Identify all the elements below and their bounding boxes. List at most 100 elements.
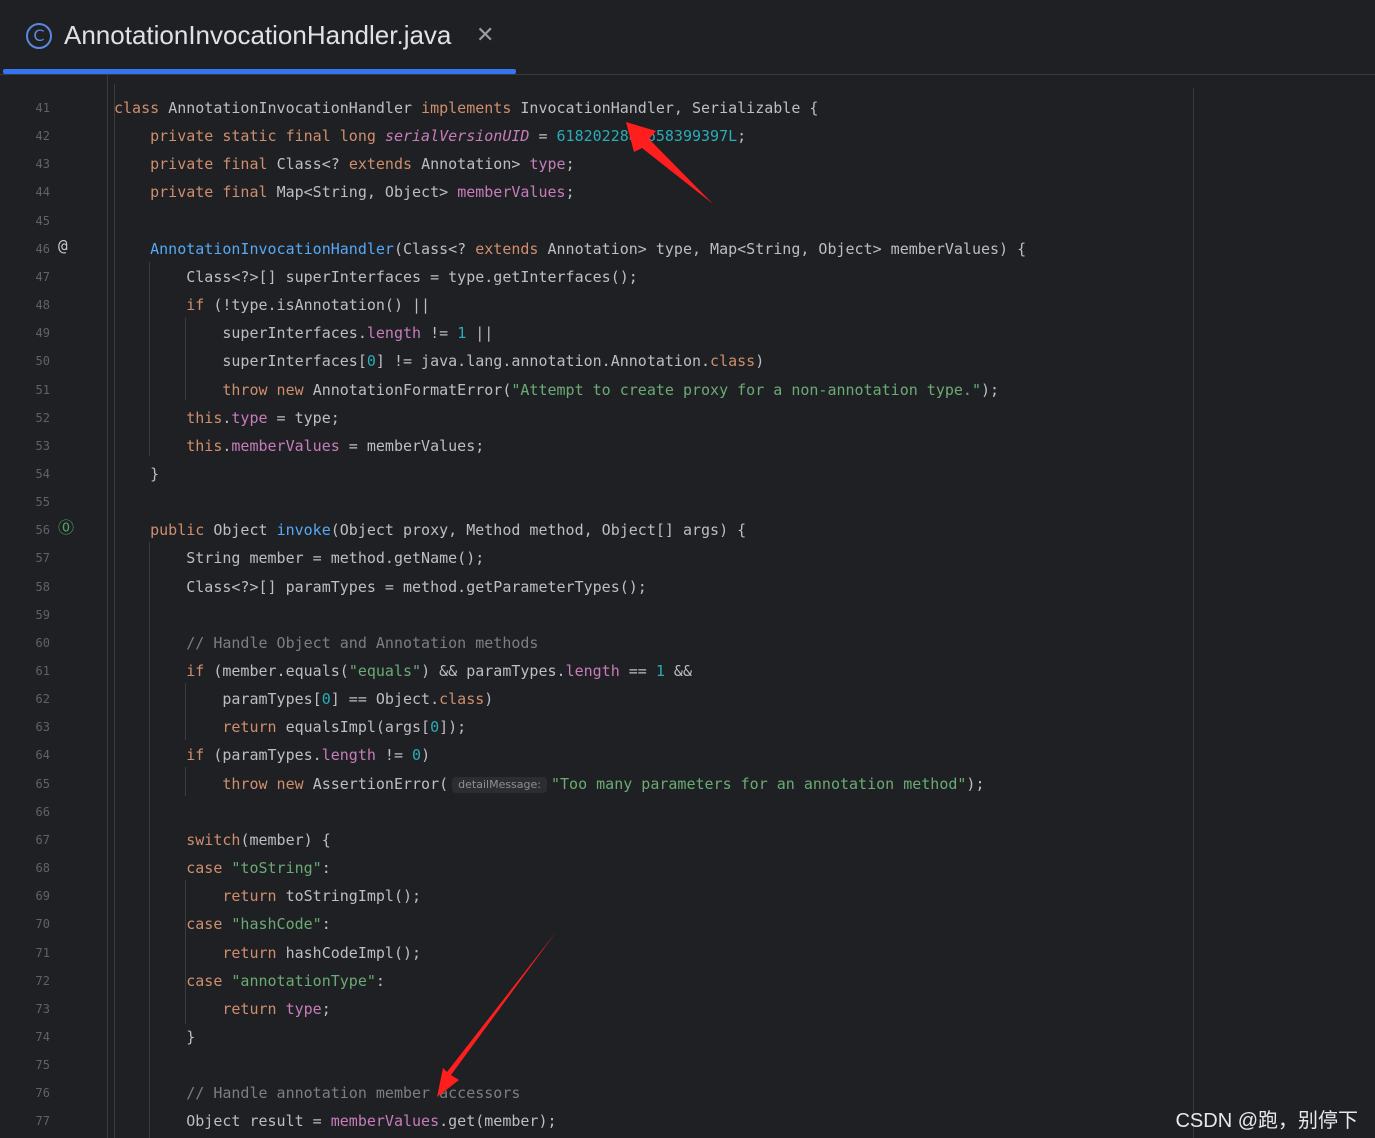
editor-tab-bar: C AnnotationInvocationHandler.java ✕ <box>0 0 1375 75</box>
code-token: private final <box>150 155 277 174</box>
code-token: superInterfaces[ <box>114 352 367 371</box>
code-line[interactable]: throw new AnnotationFormatError("Attempt… <box>114 380 999 400</box>
code-line[interactable]: return hashCodeImpl(); <box>114 943 421 963</box>
override-annotation-icon[interactable]: @ <box>58 236 68 256</box>
code-token: switch <box>186 830 241 849</box>
line-number: 52 <box>35 410 50 425</box>
code-token: != <box>375 746 413 765</box>
line-number: 54 <box>35 466 50 481</box>
code-token: paramTypes[ <box>114 690 322 709</box>
line-number: 65 <box>35 776 50 791</box>
indent-guide <box>185 767 186 796</box>
code-line[interactable]: } <box>114 1027 195 1047</box>
code-token: ; <box>737 127 747 146</box>
code-line[interactable]: public Object invoke(Object proxy, Metho… <box>114 520 746 540</box>
code-line[interactable]: this.memberValues = memberValues; <box>114 436 484 456</box>
code-line[interactable]: } <box>114 464 159 484</box>
code-line[interactable]: case "annotationType": <box>114 971 385 991</box>
code-line[interactable]: // Handle annotation member accessors <box>114 1083 520 1103</box>
code-line[interactable]: if (!type.isAnnotation() || <box>114 295 430 315</box>
code-token: != <box>421 324 458 343</box>
code-line[interactable]: throw new AssertionError(detailMessage: "… <box>114 774 984 794</box>
code-token: : <box>375 971 385 990</box>
line-number: 50 <box>35 354 50 369</box>
code-token: class <box>114 99 169 117</box>
indent-guide <box>185 318 186 400</box>
line-number: 62 <box>35 692 50 707</box>
code-token: Map<String, Object> <box>276 183 458 202</box>
code-token: memberValues <box>231 436 340 455</box>
code-line[interactable]: Object result = memberValues.get(member)… <box>114 1111 556 1131</box>
code-line[interactable]: // Handle Object and Annotation methods <box>114 633 538 653</box>
editor-tab[interactable]: C AnnotationInvocationHandler.java ✕ <box>0 0 516 74</box>
code-token: ) && paramTypes. <box>421 662 566 680</box>
tab-title[interactable]: AnnotationInvocationHandler.java <box>64 20 451 51</box>
code-token: return <box>222 718 286 737</box>
code-line[interactable]: if (member.equals("equals") && paramType… <box>114 661 692 681</box>
line-number: 67 <box>35 832 50 847</box>
code-token: invoke <box>276 521 331 540</box>
code-token: ) <box>484 690 494 709</box>
code-line[interactable]: case "hashCode": <box>114 914 331 934</box>
line-number: 71 <box>35 945 50 960</box>
code-line[interactable]: return toStringImpl(); <box>114 886 421 906</box>
code-token: memberValues <box>457 183 566 202</box>
code-line[interactable]: private final Map<String, Object> member… <box>114 182 574 202</box>
line-number: 45 <box>35 213 50 228</box>
code-line[interactable]: String member = method.getName(); <box>114 548 484 568</box>
code-token: : <box>321 859 331 878</box>
code-token: Annotation> type, Map<String, Object> me… <box>547 239 1027 258</box>
code-line[interactable]: return equalsImpl(args[0]); <box>114 717 466 737</box>
code-token: private final <box>150 183 277 202</box>
code-token: ; <box>565 155 575 174</box>
code-token: 0 <box>412 746 422 765</box>
code-line[interactable]: superInterfaces.length != 1 || <box>114 323 493 343</box>
code-line[interactable]: Class<?>[] paramTypes = method.getParame… <box>114 577 647 597</box>
code-line[interactable]: switch(member) { <box>114 830 331 850</box>
code-token: 0 <box>321 690 331 709</box>
code-token: type <box>231 408 268 427</box>
line-number: 49 <box>35 326 50 341</box>
line-number: 64 <box>35 748 50 763</box>
right-margin-guide <box>1193 88 1194 1138</box>
code-token: AnnotationInvocationHandler <box>150 239 394 258</box>
code-line[interactable]: private static final long serialVersionU… <box>114 126 746 146</box>
code-token: = type; <box>267 408 340 427</box>
line-number: 61 <box>35 664 50 678</box>
close-icon[interactable]: ✕ <box>476 22 494 50</box>
code-token: superInterfaces. <box>114 324 367 343</box>
code-line[interactable]: class AnnotationInvocationHandler implem… <box>114 98 818 118</box>
code-token: this <box>186 408 223 427</box>
code-line[interactable]: Class<?>[] superInterfaces = type.getInt… <box>114 267 638 287</box>
code-token: = <box>529 127 557 146</box>
code-token: class <box>710 352 756 371</box>
line-number: 51 <box>35 382 50 397</box>
code-line[interactable]: case "toString": <box>114 858 331 878</box>
line-number: 63 <box>35 720 50 735</box>
code-token: if <box>186 296 214 315</box>
code-token: Object <box>213 521 277 540</box>
code-token: toStringImpl(); <box>285 887 422 906</box>
code-token: InvocationHandler, Serializable { <box>520 99 819 117</box>
code-line[interactable]: if (paramTypes.length != 0) <box>114 745 430 765</box>
code-line[interactable]: this.type = type; <box>114 408 340 428</box>
code-line[interactable]: return type; <box>114 999 330 1019</box>
line-number: 57 <box>35 551 50 566</box>
code-token: "Too many parameters for an annotation m… <box>551 774 967 793</box>
code-line[interactable]: AnnotationInvocationHandler(Class<? exte… <box>114 239 1026 259</box>
code-line[interactable]: private final Class<? extends Annotation… <box>114 154 575 174</box>
watermark: CSDN @跑，别停下 <box>1175 1110 1358 1132</box>
implement-method-icon[interactable]: ⓪ <box>58 518 74 538</box>
indent-guide <box>149 542 150 1138</box>
code-line[interactable]: superInterfaces[0] != java.lang.annotati… <box>114 351 764 371</box>
code-token: ) <box>755 352 765 371</box>
code-token: extends <box>348 155 422 174</box>
code-line[interactable]: paramTypes[0] == Object.class) <box>114 689 493 709</box>
code-token: : <box>321 915 331 934</box>
